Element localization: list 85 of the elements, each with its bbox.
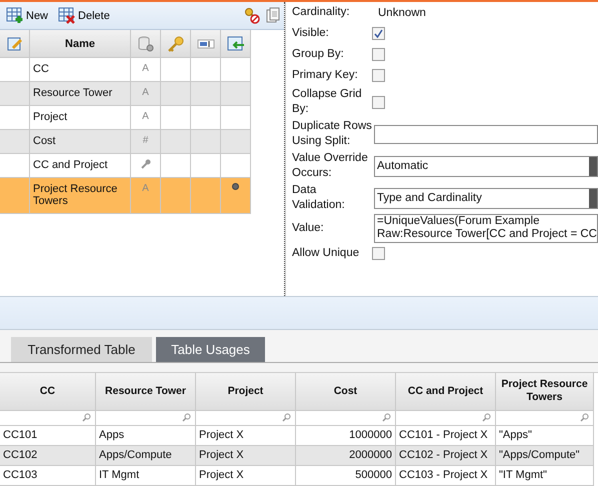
column-header[interactable]: Project <box>196 372 296 411</box>
search-icon[interactable] <box>580 413 589 422</box>
key-icon <box>140 159 150 169</box>
property-label: Value: <box>292 221 325 236</box>
column-name[interactable]: Project Resource Towers <box>30 178 131 214</box>
dropdown[interactable]: Automatic <box>374 156 598 176</box>
table-cell: CC103 <box>0 466 96 486</box>
table-cell: Apps <box>96 426 196 446</box>
text-field-icon <box>196 38 214 48</box>
filter-cell[interactable] <box>0 410 96 426</box>
type-glyph: A <box>142 111 149 122</box>
column-name[interactable]: CC <box>30 58 131 82</box>
table-cell: Project X <box>196 446 296 466</box>
tab[interactable]: Transformed Table <box>11 337 152 362</box>
property-label: Value Override Occurs: <box>292 151 369 181</box>
column-header[interactable]: CC <box>0 372 96 411</box>
property-label: Primary Key: <box>292 68 359 83</box>
input-field[interactable] <box>374 124 598 144</box>
column-name[interactable]: CC and Project <box>30 154 131 178</box>
key-icon <box>166 36 184 52</box>
edit-icon <box>6 36 22 52</box>
search-icon[interactable] <box>282 413 291 422</box>
type-glyph: A <box>142 63 149 74</box>
type-glyph: A <box>142 183 149 194</box>
property-label: Duplicate Rows Using Split: <box>292 119 372 149</box>
table-cell: IT Mgmt <box>96 466 196 486</box>
table-cell: Apps/Compute <box>96 446 196 466</box>
type-glyph: # <box>142 135 148 146</box>
grid-cell <box>191 154 221 178</box>
type-glyph: A <box>142 87 149 98</box>
property-label: Allow Unique <box>292 246 360 261</box>
filter-cell[interactable] <box>396 410 496 426</box>
column-header[interactable]: Project Resource Towers <box>496 372 594 411</box>
table-add-icon <box>6 7 24 24</box>
filter-cell[interactable] <box>296 410 396 426</box>
search-icon[interactable] <box>482 413 491 422</box>
column-name[interactable]: Project <box>30 106 131 130</box>
table-cell: Project X <box>196 466 296 486</box>
column-header: Name <box>30 30 131 58</box>
table-cell: CC103 - Project X <box>396 466 496 486</box>
table-cell: 1000000 <box>296 426 396 446</box>
table-cell: "Apps/Compute" <box>496 446 594 466</box>
checkbox[interactable] <box>372 27 385 40</box>
table-cell: Project X <box>196 426 296 446</box>
property-label: Visible: <box>292 26 330 41</box>
filter-cell[interactable] <box>496 410 594 426</box>
table-cell: CC102 - Project X <box>396 446 496 466</box>
table-cell: "Apps" <box>496 426 594 446</box>
checkbox[interactable] <box>372 69 385 82</box>
dropdown[interactable]: Type and Cardinality <box>374 188 598 208</box>
splitter-bar[interactable] <box>0 296 598 330</box>
checkbox[interactable] <box>372 247 385 260</box>
column-header[interactable]: Cost <box>296 372 396 411</box>
table-cell: 2000000 <box>296 446 396 466</box>
table-cell: 500000 <box>296 466 396 486</box>
grid-cell <box>191 130 221 154</box>
search-icon[interactable] <box>382 413 391 422</box>
delete-button[interactable]: Delete <box>56 4 112 26</box>
property-label: Data Validation: <box>292 183 346 213</box>
table-cell: "IT Mgmt" <box>496 466 594 486</box>
copy-icon[interactable] <box>266 7 280 24</box>
property-label: Cardinality: <box>292 5 351 20</box>
table-cell: CC101 - Project X <box>396 426 496 446</box>
column-header[interactable]: Resource Tower <box>96 372 196 411</box>
column-header[interactable]: CC and Project <box>396 372 496 411</box>
table-delete-icon <box>58 7 76 24</box>
property-label: Group By: <box>292 47 345 62</box>
table-cell: CC101 <box>0 426 96 446</box>
column-name[interactable]: Resource Tower <box>30 82 131 106</box>
value-field[interactable]: =UniqueValues(Forum Example Raw:Resource Tower[CC and Project = CC <box>374 214 598 243</box>
grid-cell <box>191 106 221 130</box>
new-button[interactable]: New <box>4 4 50 26</box>
grid-cell <box>191 82 221 106</box>
property-label: Collapse Grid By: <box>292 87 363 117</box>
checkbox[interactable] <box>372 48 385 61</box>
checkbox[interactable] <box>372 96 385 108</box>
search-icon[interactable] <box>82 413 91 422</box>
search-icon[interactable] <box>182 413 191 422</box>
property-value: Unknown <box>378 6 426 18</box>
filter-cell[interactable] <box>96 410 196 426</box>
tab[interactable]: Table Usages <box>156 337 265 362</box>
table-cell: CC102 <box>0 446 96 466</box>
column-name[interactable]: Cost <box>30 130 131 154</box>
key-block-icon[interactable] <box>244 7 260 24</box>
filter-cell[interactable] <box>196 410 296 426</box>
